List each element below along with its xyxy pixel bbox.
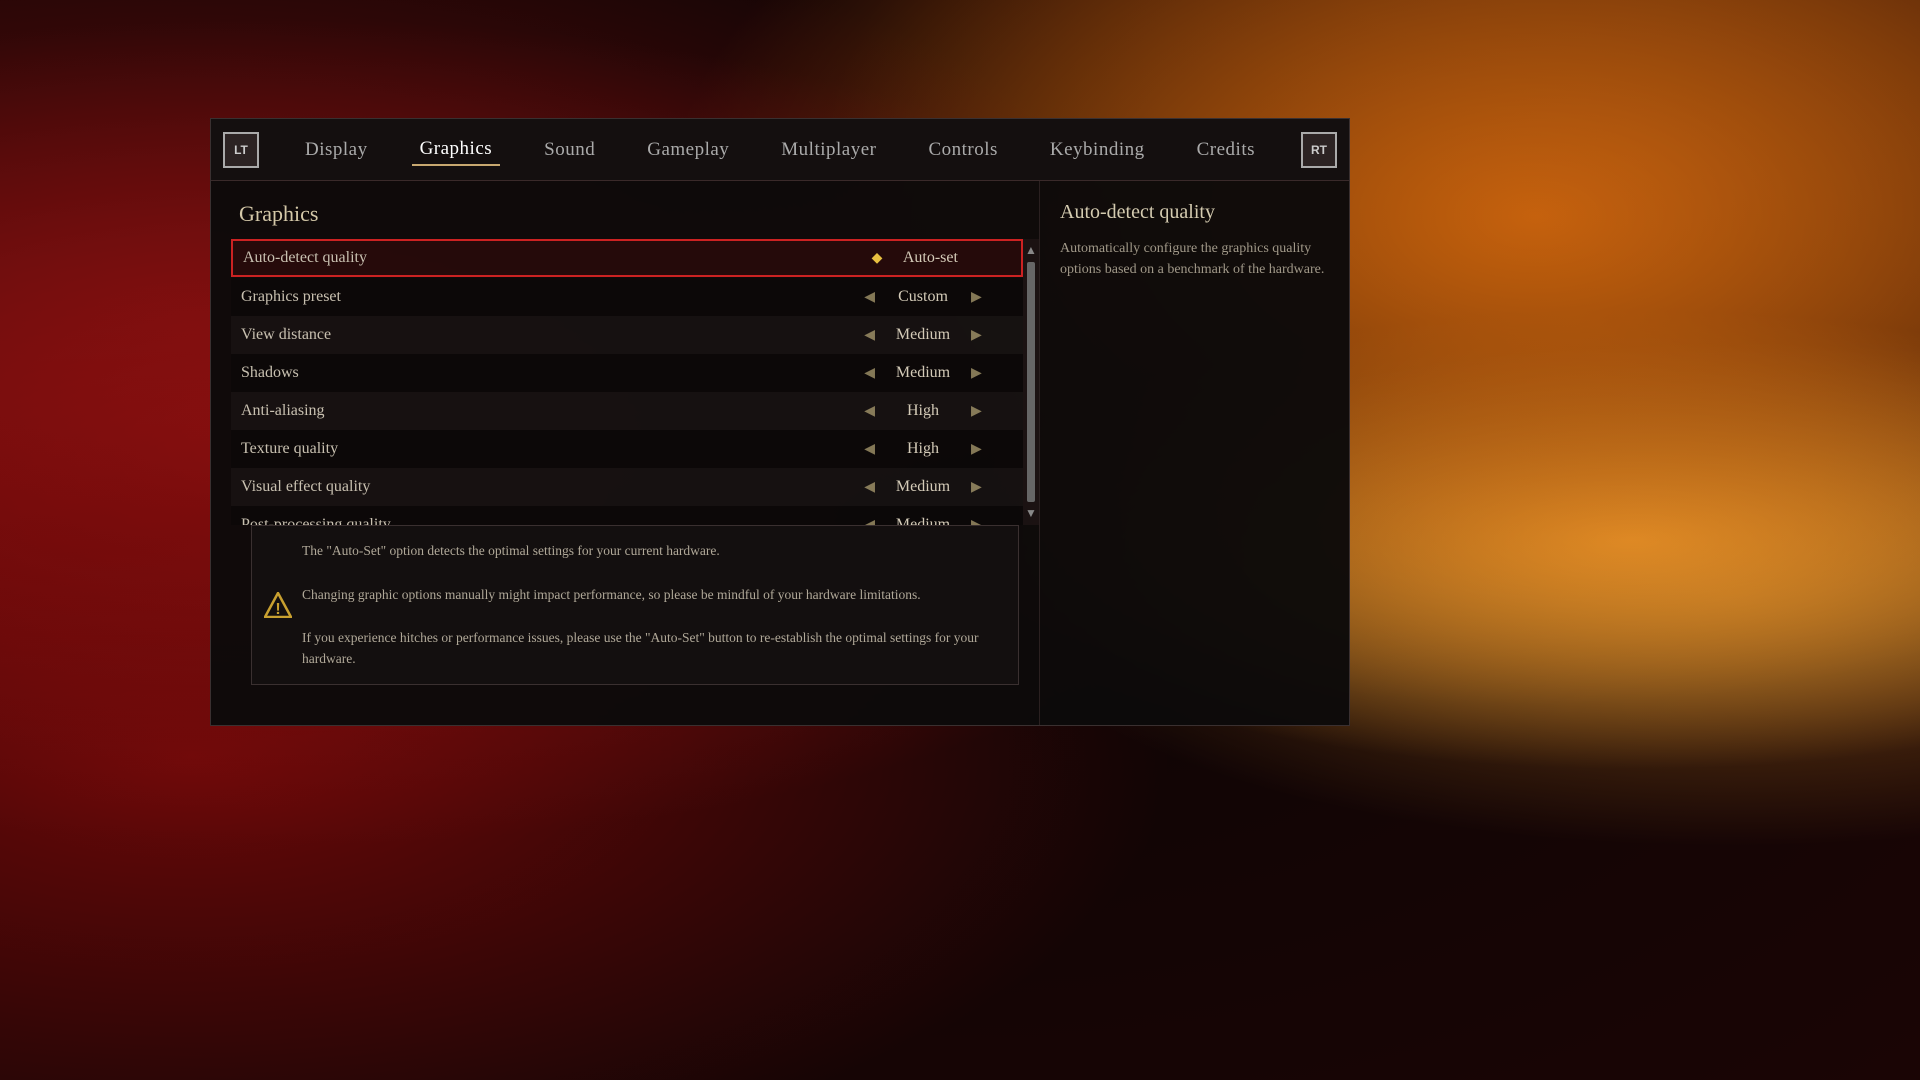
setting-value-area-shadows: ◀ Medium ▶: [833, 364, 1013, 382]
right-arrow-icon-graphics-preset: ▶: [971, 289, 982, 306]
description-text: Automatically configure the graphics qua…: [1060, 238, 1329, 280]
tab-credits[interactable]: Credits: [1189, 135, 1263, 165]
right-arrow-icon-anti-aliasing: ▶: [971, 403, 982, 420]
left-arrow-icon-post-processing-quality: ◀: [864, 517, 875, 526]
right-arrow-icon-texture-quality: ▶: [971, 441, 982, 458]
left-arrow-icon-texture-quality: ◀: [864, 441, 875, 458]
info-line2: Changing graphic options manually might …: [302, 584, 1002, 606]
scrollbar-up-arrow[interactable]: ▲: [1025, 243, 1037, 258]
info-box: ! The "Auto-Set" option detects the opti…: [251, 525, 1019, 685]
setting-row-view-distance[interactable]: View distance ◀ Medium ▶: [231, 316, 1023, 354]
setting-value-auto-detect: Auto-set: [890, 249, 970, 267]
warning-icon: !: [264, 592, 292, 618]
right-arrow-icon-shadows: ▶: [971, 365, 982, 382]
svg-text:!: !: [275, 601, 280, 618]
description-panel: Auto-detect quality Automatically config…: [1039, 181, 1349, 725]
setting-value-anti-aliasing: High: [883, 402, 963, 420]
setting-value-graphics-preset: Custom: [883, 288, 963, 306]
nav-tabs: Display Graphics Sound Gameplay Multipla…: [259, 134, 1301, 166]
setting-value-post-processing-quality: Medium: [883, 516, 963, 525]
setting-value-area-anti-aliasing: ◀ High ▶: [833, 402, 1013, 420]
info-box-text: The "Auto-Set" option detects the optima…: [302, 540, 1002, 670]
setting-value-visual-effect-quality: Medium: [883, 478, 963, 496]
setting-value-area-post-processing-quality: ◀ Medium ▶: [833, 516, 1013, 525]
diamond-icon: ◆: [872, 250, 883, 267]
info-line3: If you experience hitches or performance…: [302, 627, 1002, 670]
setting-name-view-distance: View distance: [241, 326, 833, 344]
scrollbar-thumb[interactable]: [1027, 262, 1035, 502]
description-title: Auto-detect quality: [1060, 201, 1329, 224]
tab-gameplay[interactable]: Gameplay: [639, 135, 737, 165]
right-arrow-icon-view-distance: ▶: [971, 327, 982, 344]
section-title: Graphics: [231, 201, 1039, 227]
setting-row-texture-quality[interactable]: Texture quality ◀ High ▶: [231, 430, 1023, 468]
setting-value-area-graphics-preset: ◀ Custom ▶: [833, 288, 1013, 306]
left-arrow-icon-visual-effect-quality: ◀: [864, 479, 875, 496]
settings-panel: Graphics Auto-detect quality ◆ Auto-set: [211, 181, 1039, 725]
setting-row-graphics-preset[interactable]: Graphics preset ◀ Custom ▶: [231, 278, 1023, 316]
left-arrow-icon-shadows: ◀: [864, 365, 875, 382]
left-arrow-icon-anti-aliasing: ◀: [864, 403, 875, 420]
nav-bar: LT Display Graphics Sound Gameplay Multi…: [211, 119, 1349, 181]
setting-row-visual-effect-quality[interactable]: Visual effect quality ◀ Medium ▶: [231, 468, 1023, 506]
setting-name-shadows: Shadows: [241, 364, 833, 382]
setting-value-view-distance: Medium: [883, 326, 963, 344]
tab-multiplayer[interactable]: Multiplayer: [773, 135, 884, 165]
warning-icon-wrapper: !: [262, 591, 294, 619]
settings-list-container: Auto-detect quality ◆ Auto-set Graphics …: [231, 239, 1023, 525]
setting-name-visual-effect-quality: Visual effect quality: [241, 478, 833, 496]
setting-value-area-texture-quality: ◀ High ▶: [833, 440, 1013, 458]
setting-name-texture-quality: Texture quality: [241, 440, 833, 458]
tab-sound[interactable]: Sound: [536, 135, 603, 165]
setting-row-shadows[interactable]: Shadows ◀ Medium ▶: [231, 354, 1023, 392]
tab-display[interactable]: Display: [297, 135, 376, 165]
setting-value-texture-quality: High: [883, 440, 963, 458]
settings-list: Auto-detect quality ◆ Auto-set Graphics …: [231, 239, 1023, 525]
left-arrow-icon-graphics-preset: ◀: [864, 289, 875, 306]
setting-name-graphics-preset: Graphics preset: [241, 288, 833, 306]
setting-name-post-processing-quality: Post-processing quality: [241, 516, 833, 525]
tab-graphics[interactable]: Graphics: [412, 134, 501, 166]
setting-value-area-visual-effect-quality: ◀ Medium ▶: [833, 478, 1013, 496]
tab-keybinding[interactable]: Keybinding: [1042, 135, 1153, 165]
lt-button[interactable]: LT: [223, 132, 259, 168]
scrollbar-down-arrow[interactable]: ▼: [1025, 506, 1037, 521]
content-area: Graphics Auto-detect quality ◆ Auto-set: [211, 181, 1349, 725]
setting-value-area-view-distance: ◀ Medium ▶: [833, 326, 1013, 344]
setting-value-shadows: Medium: [883, 364, 963, 382]
setting-value-area-auto-detect: ◆ Auto-set: [831, 249, 1011, 267]
info-line1: The "Auto-Set" option detects the optima…: [302, 540, 1002, 562]
right-arrow-icon-visual-effect-quality: ▶: [971, 479, 982, 496]
setting-row-anti-aliasing[interactable]: Anti-aliasing ◀ High ▶: [231, 392, 1023, 430]
rt-button[interactable]: RT: [1301, 132, 1337, 168]
right-arrow-icon-post-processing-quality: ▶: [971, 517, 982, 526]
setting-row-post-processing-quality[interactable]: Post-processing quality ◀ Medium ▶: [231, 506, 1023, 525]
settings-dialog: LT Display Graphics Sound Gameplay Multi…: [210, 118, 1350, 726]
setting-name-anti-aliasing: Anti-aliasing: [241, 402, 833, 420]
setting-row-auto-detect[interactable]: Auto-detect quality ◆ Auto-set: [231, 239, 1023, 277]
scrollbar[interactable]: ▲ ▼: [1023, 239, 1039, 525]
tab-controls[interactable]: Controls: [920, 135, 1005, 165]
setting-name-auto-detect: Auto-detect quality: [243, 249, 831, 267]
left-arrow-icon-view-distance: ◀: [864, 327, 875, 344]
